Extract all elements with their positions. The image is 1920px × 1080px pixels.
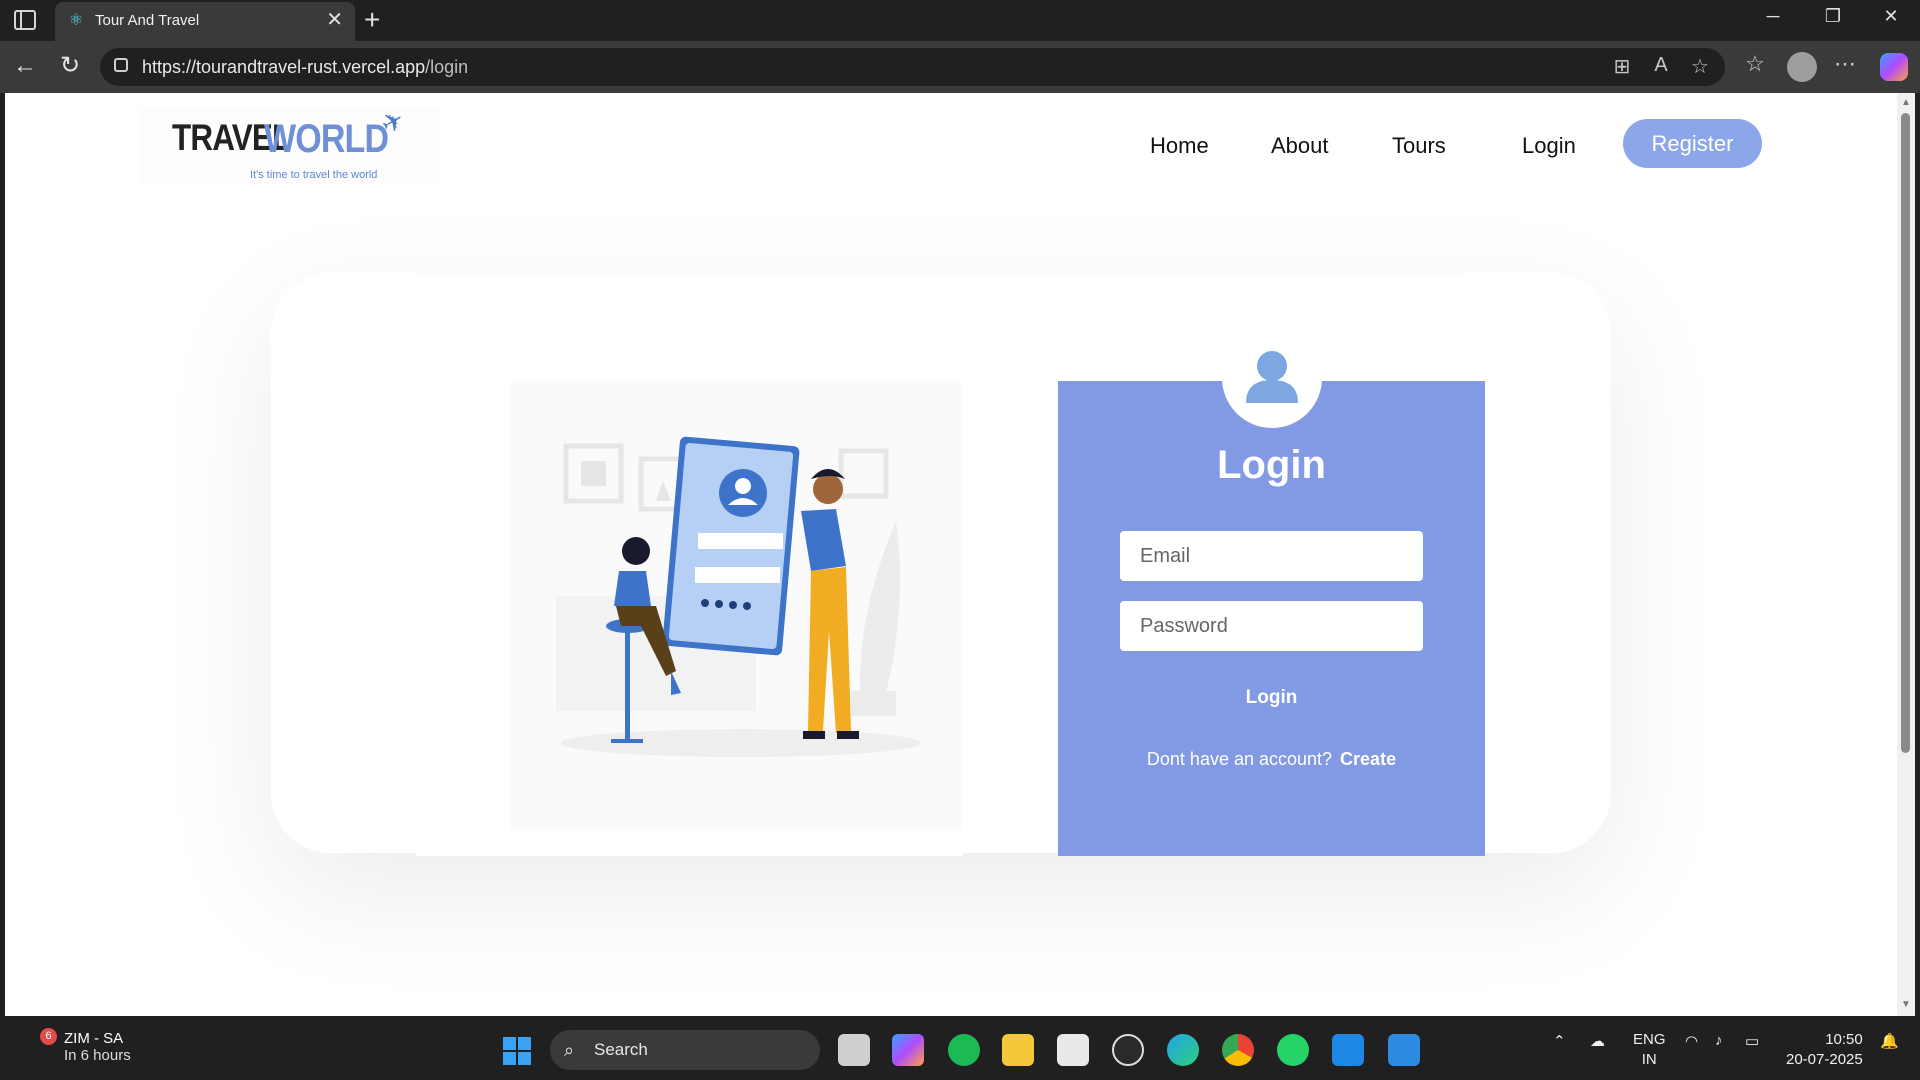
scroll-down-icon[interactable]: ▼ [1901, 999, 1911, 1010]
address-bar[interactable]: https://tourandtravel-rust.vercel.app/lo… [100, 48, 1725, 86]
react-favicon-icon: ⚛ [68, 12, 84, 29]
favorite-star-icon[interactable]: ☆ [1686, 54, 1714, 79]
create-account-prompt: Dont have an account? Create [1058, 749, 1485, 770]
password-field[interactable] [1120, 601, 1423, 651]
windows-start-icon[interactable] [503, 1037, 531, 1065]
close-tab-icon[interactable]: ✕ [326, 9, 343, 31]
store-icon[interactable] [1057, 1034, 1089, 1066]
login-submit-button[interactable]: Login [1205, 678, 1338, 718]
register-button[interactable]: Register [1623, 119, 1762, 168]
taskbar-search[interactable]: ⌕ Search [550, 1030, 820, 1070]
login-title: Login [1217, 443, 1326, 487]
browser-toolbar: ← ↻ https://tourandtravel-rust.vercel.ap… [0, 41, 1920, 93]
weather-text: ZIM - SA In 6 hours [64, 1030, 131, 1064]
browser-tab[interactable]: ⚛ Tour And Travel ✕ [55, 2, 355, 41]
copilot-icon[interactable] [1880, 53, 1908, 81]
people-phone-illustration [556, 436, 921, 757]
new-tab-button[interactable]: + [364, 4, 380, 36]
search-icon: ⌕ [564, 1040, 575, 1060]
user-icon [1246, 351, 1298, 403]
vscode-icon[interactable] [1332, 1034, 1364, 1066]
create-account-link[interactable]: Create [1340, 749, 1396, 769]
edge-icon[interactable] [1167, 1034, 1199, 1066]
apps-icon[interactable]: ⊞ [1608, 54, 1636, 79]
refresh-icon[interactable]: ↻ [55, 52, 85, 80]
spotify-icon[interactable] [948, 1034, 980, 1066]
nav-login[interactable]: Login [1522, 133, 1576, 159]
notification-bell-icon[interactable]: 🔔 [1880, 1032, 1899, 1050]
user-avatar [1222, 328, 1322, 428]
site-info-icon[interactable] [114, 58, 128, 72]
nav-home[interactable]: Home [1150, 133, 1209, 159]
copilot-app-icon[interactable] [892, 1034, 924, 1066]
minimize-icon[interactable]: ─ [1758, 6, 1788, 27]
file-explorer-icon[interactable] [1002, 1034, 1034, 1066]
url-text[interactable]: https://tourandtravel-rust.vercel.app/lo… [142, 57, 468, 78]
no-account-text: Dont have an account? [1146, 749, 1333, 769]
page-scrollbar[interactable]: ▲ ▼ [1897, 93, 1915, 1016]
weather-badge: 6 [40, 1028, 57, 1045]
email-field[interactable] [1120, 531, 1423, 581]
language-indicator[interactable]: ENG IN [1633, 1030, 1666, 1070]
tab-title: Tour And Travel [95, 12, 200, 29]
favorites-icon[interactable]: ☆ [1740, 51, 1770, 77]
profile-avatar[interactable] [1787, 52, 1817, 82]
browser-titlebar: ⚛ Tour And Travel ✕ + ─ ❐ ✕ [0, 0, 1920, 41]
photos-icon[interactable] [1388, 1034, 1420, 1066]
nav-tours[interactable]: Tours [1392, 133, 1446, 159]
whatsapp-icon[interactable] [1277, 1034, 1309, 1066]
dell-icon[interactable] [1112, 1034, 1144, 1066]
close-window-icon[interactable]: ✕ [1876, 6, 1906, 27]
task-view-icon[interactable] [838, 1034, 870, 1066]
onedrive-icon[interactable]: ☁ [1590, 1032, 1605, 1050]
read-aloud-icon[interactable]: A [1647, 54, 1675, 77]
logo-tagline: It's time to travel the world [250, 169, 378, 181]
chrome-icon[interactable] [1222, 1034, 1254, 1066]
show-hidden-icons[interactable]: ⌃ [1553, 1032, 1566, 1050]
restore-icon[interactable]: ❐ [1818, 6, 1848, 27]
tab-actions-icon[interactable] [14, 10, 36, 30]
scroll-up-icon[interactable]: ▲ [1901, 97, 1911, 108]
web-page: TRAVEL WORLD ✈ It's time to travel the w… [5, 93, 1897, 1016]
back-arrow-icon[interactable]: ← [10, 52, 40, 80]
volume-icon[interactable]: ♪ [1715, 1032, 1723, 1049]
logo-world-text: WORLD [264, 117, 389, 161]
login-illustration-panel [416, 381, 963, 856]
battery-icon[interactable]: ▭ [1745, 1032, 1759, 1050]
windows-taskbar: 6 ZIM - SA In 6 hours ⌕ Search ⌃ ☁ ENG IN… [0, 1020, 1920, 1080]
login-illustration [511, 381, 961, 831]
more-options-icon[interactable]: ⋯ [1830, 51, 1860, 77]
wifi-icon[interactable]: ◠ [1685, 1032, 1698, 1050]
nav-about[interactable]: About [1271, 133, 1329, 159]
site-logo[interactable]: TRAVEL WORLD ✈ It's time to travel the w… [140, 104, 440, 185]
clock[interactable]: 10:50 20-07-2025 [1786, 1030, 1863, 1070]
scroll-thumb[interactable] [1901, 113, 1910, 753]
